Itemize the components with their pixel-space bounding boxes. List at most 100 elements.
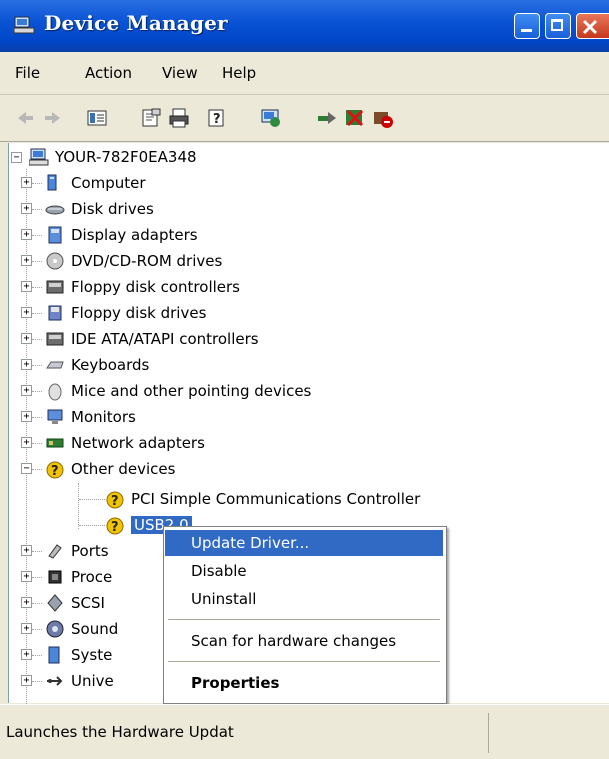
forward-icon[interactable] bbox=[42, 107, 64, 129]
expand-toggle[interactable]: + bbox=[21, 281, 32, 292]
mouse-icon bbox=[48, 383, 62, 401]
expand-toggle[interactable]: + bbox=[21, 229, 32, 240]
title-bar[interactable]: Device Manager bbox=[0, 0, 609, 52]
tree-category-ports[interactable]: Ports bbox=[45, 540, 109, 562]
status-divider bbox=[488, 713, 489, 753]
expand-toggle[interactable]: + bbox=[21, 649, 32, 660]
expand-toggle[interactable]: + bbox=[21, 333, 32, 344]
menu-action[interactable]: Action bbox=[85, 64, 132, 82]
tree-category-sound[interactable]: Sound bbox=[45, 618, 118, 640]
expand-toggle[interactable]: + bbox=[21, 203, 32, 214]
print-icon[interactable] bbox=[168, 107, 190, 129]
category-label: Ports bbox=[71, 542, 109, 560]
expand-toggle[interactable]: + bbox=[21, 411, 32, 422]
minimize-button[interactable] bbox=[514, 13, 540, 39]
menu-help[interactable]: Help bbox=[222, 64, 256, 82]
close-button[interactable] bbox=[576, 13, 609, 39]
system-icon bbox=[48, 646, 60, 664]
expand-toggle[interactable]: + bbox=[21, 437, 32, 448]
floppy-drive-icon bbox=[48, 305, 62, 321]
tree-category-syste[interactable]: Syste bbox=[45, 644, 112, 666]
device-pci-simple-communications-controller[interactable]: ? PCI Simple Communications Controller bbox=[105, 488, 420, 510]
category-label: Network adapters bbox=[71, 434, 205, 452]
category-label: DVD/CD-ROM drives bbox=[71, 252, 223, 270]
tree-category-network-adapters[interactable]: Network adapters bbox=[45, 432, 205, 454]
menu-item-uninstall[interactable]: Uninstall bbox=[165, 586, 443, 612]
expand-toggle[interactable]: + bbox=[21, 571, 32, 582]
expand-toggle[interactable]: + bbox=[21, 675, 32, 686]
tree-category-floppy-disk-drives[interactable]: Floppy disk drives bbox=[45, 302, 206, 324]
device-label: PCI Simple Communications Controller bbox=[131, 490, 421, 508]
tree-category-other-devices[interactable]: ? Other devices bbox=[45, 458, 175, 480]
back-icon[interactable] bbox=[14, 107, 36, 129]
expand-toggle[interactable]: + bbox=[21, 597, 32, 608]
menu-view[interactable]: View bbox=[162, 64, 198, 82]
unknown-device-icon: ? bbox=[106, 517, 124, 535]
disable-icon[interactable] bbox=[372, 107, 394, 129]
maximize-button[interactable] bbox=[545, 13, 571, 39]
expand-toggle[interactable]: − bbox=[21, 463, 32, 474]
tree-category-disk-drives[interactable]: Disk drives bbox=[45, 198, 154, 220]
properties-label: Properties bbox=[191, 674, 280, 692]
expand-toggle[interactable]: + bbox=[21, 177, 32, 188]
expand-toggle[interactable]: + bbox=[21, 359, 32, 370]
tree-category-mice-and-other-pointing-devices[interactable]: Mice and other pointing devices bbox=[45, 380, 311, 402]
uninstall-icon[interactable] bbox=[344, 107, 366, 129]
category-label: Floppy disk controllers bbox=[71, 278, 240, 296]
root-label: YOUR-782F0EA348 bbox=[55, 148, 197, 166]
expand-toggle[interactable]: + bbox=[21, 307, 32, 318]
expand-toggle[interactable]: + bbox=[21, 255, 32, 266]
svg-text:?: ? bbox=[111, 494, 119, 509]
uninstall-label: Uninstall bbox=[191, 590, 257, 608]
tree-root[interactable]: YOUR-782F0EA348 bbox=[29, 146, 197, 168]
expand-toggle[interactable]: + bbox=[21, 545, 32, 556]
collapse-root-toggle[interactable]: − bbox=[11, 152, 22, 163]
menu-file[interactable]: File bbox=[15, 64, 40, 82]
floppy-controller-icon bbox=[46, 280, 64, 294]
close-icon bbox=[582, 19, 598, 35]
category-label: Monitors bbox=[71, 408, 136, 426]
scsi-icon bbox=[47, 594, 63, 612]
tree-category-unive[interactable]: Unive bbox=[45, 670, 114, 692]
tree-category-dvd-cd-rom-drives[interactable]: DVD/CD-ROM drives bbox=[45, 250, 222, 272]
category-label: Floppy disk drives bbox=[71, 304, 207, 322]
disable-label: Disable bbox=[191, 562, 247, 580]
tree-category-scsi[interactable]: SCSI bbox=[45, 592, 105, 614]
category-label: Disk drives bbox=[71, 200, 154, 218]
update-driver-label: Update Driver... bbox=[191, 534, 310, 552]
sound-icon bbox=[46, 620, 64, 638]
menu-item-update-driver[interactable]: Update Driver... bbox=[165, 530, 443, 556]
computer-icon bbox=[47, 174, 57, 191]
category-label: Computer bbox=[71, 174, 146, 192]
category-label: Syste bbox=[71, 646, 113, 664]
context-menu-separator bbox=[168, 619, 440, 620]
menu-item-disable[interactable]: Disable bbox=[165, 558, 443, 584]
show-hide-console-tree-icon[interactable] bbox=[86, 107, 108, 129]
menu-item-scan-hardware[interactable]: Scan for hardware changes bbox=[165, 628, 443, 654]
status-text: Launches the Hardware Updat bbox=[6, 723, 234, 741]
expand-toggle[interactable]: + bbox=[21, 385, 32, 396]
svg-text:?: ? bbox=[111, 520, 119, 535]
ide-controller-icon bbox=[46, 332, 64, 346]
tree-category-computer[interactable]: Computer bbox=[45, 172, 146, 194]
tree-category-display-adapters[interactable]: Display adapters bbox=[45, 224, 198, 246]
help-icon[interactable]: ? bbox=[206, 107, 228, 129]
expand-toggle[interactable]: + bbox=[21, 623, 32, 634]
scan-hardware-icon[interactable] bbox=[260, 107, 282, 129]
computer-root-icon bbox=[29, 148, 49, 166]
menu-item-properties[interactable]: Properties bbox=[165, 670, 443, 696]
context-menu: Update Driver... Disable Uninstall Scan … bbox=[163, 526, 447, 704]
tree-category-floppy-disk-controllers[interactable]: Floppy disk controllers bbox=[45, 276, 240, 298]
category-label: Unive bbox=[71, 672, 114, 690]
properties-icon[interactable] bbox=[140, 107, 162, 129]
disk-drive-icon bbox=[45, 205, 65, 215]
tree-category-keyboards[interactable]: Keyboards bbox=[45, 354, 149, 376]
tree-category-monitors[interactable]: Monitors bbox=[45, 406, 136, 428]
scan-hardware-label: Scan for hardware changes bbox=[191, 632, 397, 650]
monitor-icon bbox=[47, 409, 63, 424]
tree-category-proce[interactable]: Proce bbox=[45, 566, 112, 588]
update-driver-icon[interactable] bbox=[316, 107, 338, 129]
unknown-device-icon: ? bbox=[106, 491, 124, 509]
display-adapter-icon bbox=[48, 226, 62, 244]
tree-category-ide-ata-atapi-controllers[interactable]: IDE ATA/ATAPI controllers bbox=[45, 328, 259, 350]
